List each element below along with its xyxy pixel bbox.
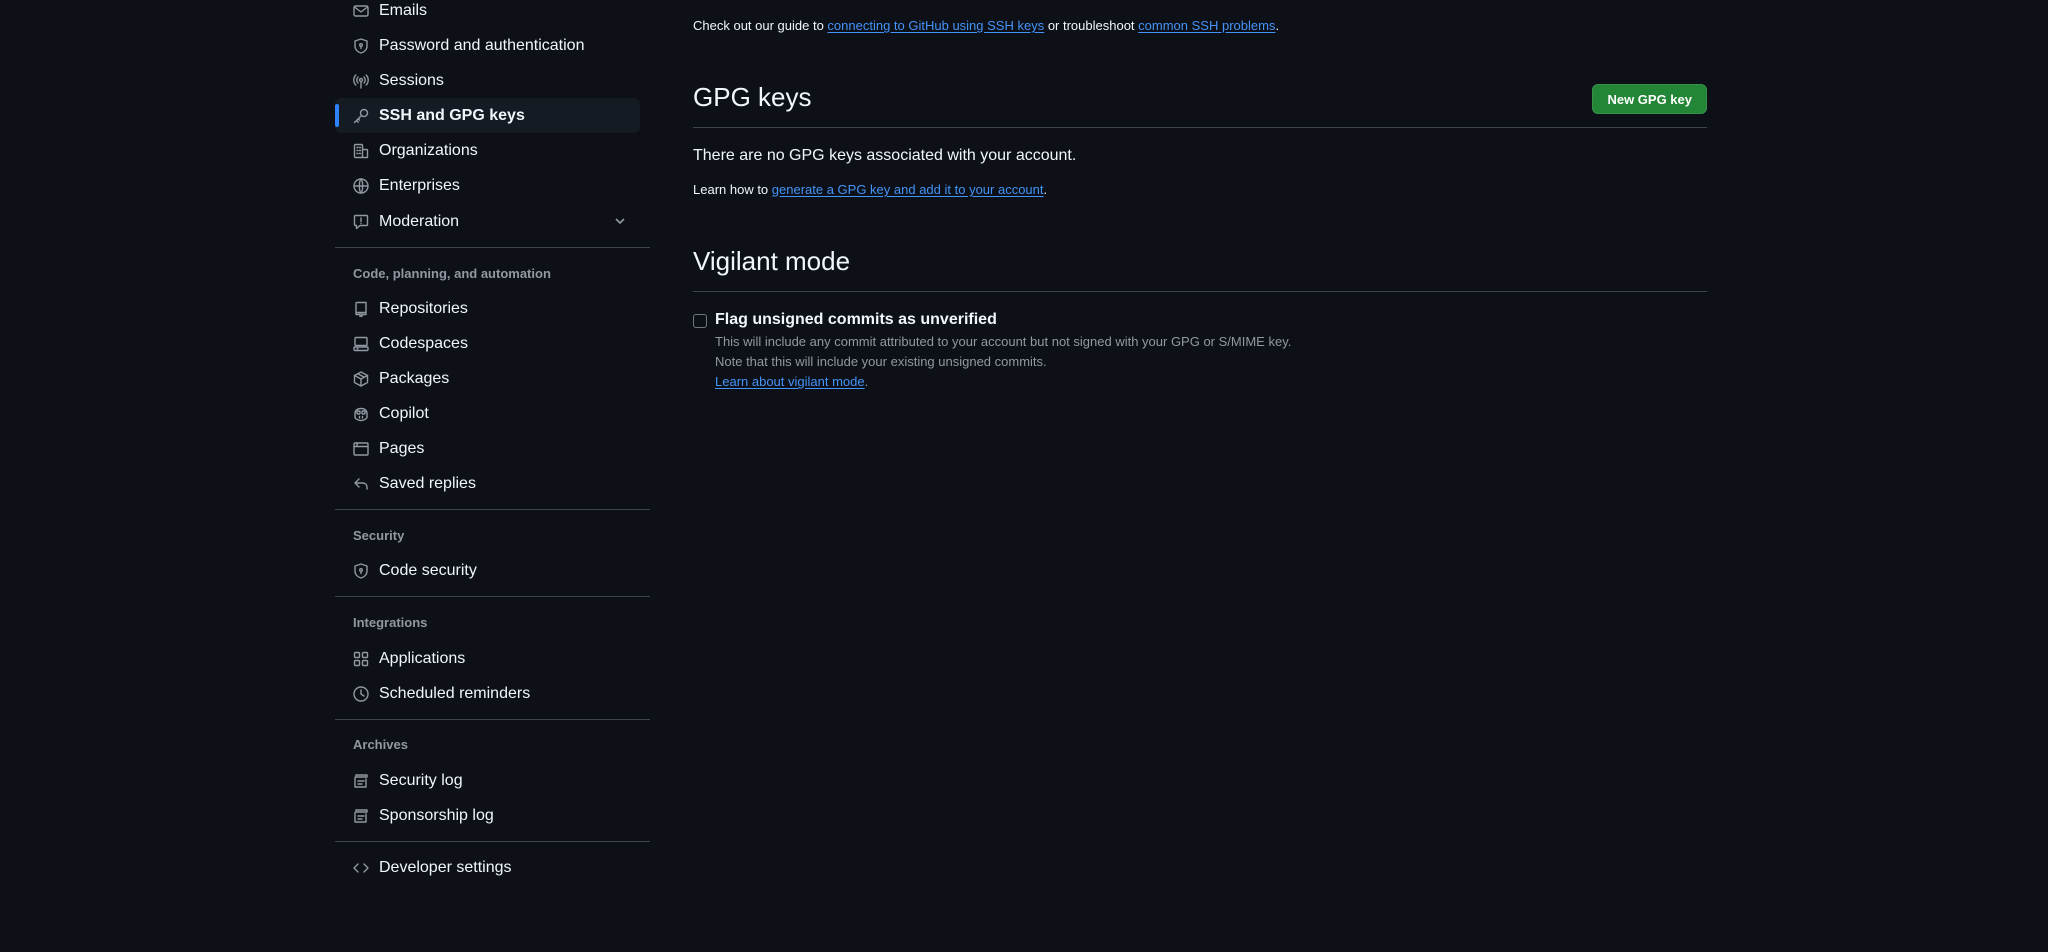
sidebar-item-emails[interactable]: Emails [335,0,640,28]
sidebar-divider [335,596,650,597]
learn-vigilant-mode-link[interactable]: Learn about vigilant mode [715,374,865,389]
globe-icon [352,177,370,195]
mail-icon [352,2,370,20]
sidebar-item-repositories[interactable]: Repositories [335,291,640,326]
vigilant-mode-title: Vigilant mode [693,246,851,276]
codespaces-icon [352,335,370,353]
flag-unsigned-commits-checkbox[interactable] [693,314,707,328]
sidebar-item-label: Saved replies [379,474,476,492]
sidebar-item-label: Password and authentication [379,36,585,54]
sidebar-divider [335,509,650,510]
log-icon [352,772,370,790]
package-icon [352,370,370,388]
vigilant-mode-header: Vigilant mode [693,243,1707,292]
broadcast-icon [352,72,370,90]
sidebar-item-developer-settings[interactable]: Developer settings [335,850,640,885]
repo-icon [352,300,370,318]
sidebar-item-label: Code security [379,561,477,579]
gpg-keys-title: GPG keys [693,82,812,112]
copilot-icon [352,405,370,423]
sidebar-item-enterprises[interactable]: Enterprises [335,168,640,203]
sidebar-item-label: Packages [379,369,450,387]
sidebar-item-label: Sponsorship log [379,806,494,824]
gpg-empty-message: There are no GPG keys associated with yo… [693,147,1077,164]
sidebar-item-label: Applications [379,649,466,667]
ssh-guide-text: Check out our guide to connecting to Git… [693,18,1280,33]
sidebar-item-copilot[interactable]: Copilot [335,396,640,431]
group-heading-security: Security [353,528,405,543]
sidebar-item-sponsorship-log[interactable]: Sponsorship log [335,798,640,833]
apps-icon [352,650,370,668]
new-gpg-key-button[interactable]: New GPG key [1592,84,1707,114]
sidebar-item-security-log[interactable]: Security log [335,763,640,798]
key-icon [352,107,370,125]
sidebar-item-packages[interactable]: Packages [335,361,640,396]
sidebar-item-label: Repositories [379,299,468,317]
sidebar-divider [335,247,650,248]
sidebar-item-label: Moderation [379,212,460,230]
sidebar-item-codespaces[interactable]: Codespaces [335,326,640,361]
chevron-down-icon[interactable] [612,213,628,229]
sidebar-item-scheduled-reminders[interactable]: Scheduled reminders [335,676,640,711]
sidebar-item-applications[interactable]: Applications [335,641,640,676]
sidebar-item-organizations[interactable]: Organizations [335,133,640,168]
sidebar-item-sessions[interactable]: Sessions [335,63,640,98]
sidebar-item-label: Organizations [379,141,478,159]
sidebar-item-label: Sessions [379,71,444,89]
sidebar-item-label: Security log [379,771,463,789]
reply-icon [352,475,370,493]
report-icon [352,213,370,231]
group-heading-integrations: Integrations [353,615,428,630]
vigilant-note-line: This will include any commit attributed … [715,334,1292,349]
organization-icon [352,142,370,160]
vigilant-note-line: Note that this will include your existin… [715,354,1047,369]
clock-icon [352,685,370,703]
sidebar-item-ssh-and-gpg-keys[interactable]: SSH and GPG keys [335,98,640,133]
group-heading-code: Code, planning, and automation [353,266,551,281]
sidebar-item-moderation[interactable]: Moderation [335,204,640,239]
flag-unsigned-commits-label[interactable]: Flag unsigned commits as unverified [715,311,997,329]
sidebar-item-password-and-authentication[interactable]: Password and authentication [335,28,640,63]
vigilant-mode-note: This will include any commit attributed … [715,332,1291,392]
gpg-learn-text: Learn how to generate a GPG key and add … [693,182,1048,197]
browser-icon [352,440,370,458]
generate-gpg-key-link[interactable]: generate a GPG key and add it to your ac… [772,182,1044,197]
gpg-keys-header: GPG keys New GPG key [693,80,1707,128]
sidebar-item-label: Copilot [379,404,429,422]
sidebar-divider [335,841,650,842]
sidebar-item-label: Pages [379,439,425,457]
code-icon [352,859,370,877]
log-icon [352,807,370,825]
group-heading-archives: Archives [353,737,408,752]
sidebar-item-pages[interactable]: Pages [335,431,640,466]
settings-page: Emails Password and authentication Sessi… [0,0,2048,952]
shield-lock-icon [352,37,370,55]
sidebar-item-label: Emails [379,1,428,19]
sidebar-item-code-security[interactable]: Code security [335,553,640,588]
ssh-guide-link[interactable]: connecting to GitHub using SSH keys [827,18,1044,33]
sidebar-item-label: Codespaces [379,334,468,352]
sidebar-item-saved-replies[interactable]: Saved replies [335,466,640,501]
sidebar-item-label: Developer settings [379,858,512,876]
shield-lock-icon [352,562,370,580]
ssh-problems-link[interactable]: common SSH problems [1138,18,1275,33]
sidebar-divider [335,719,650,720]
vigilant-learn-line: Learn about vigilant mode. [715,374,869,389]
sidebar-item-label: Enterprises [379,176,460,194]
sidebar-item-label: Scheduled reminders [379,684,531,702]
sidebar-item-label: SSH and GPG keys [379,106,525,124]
